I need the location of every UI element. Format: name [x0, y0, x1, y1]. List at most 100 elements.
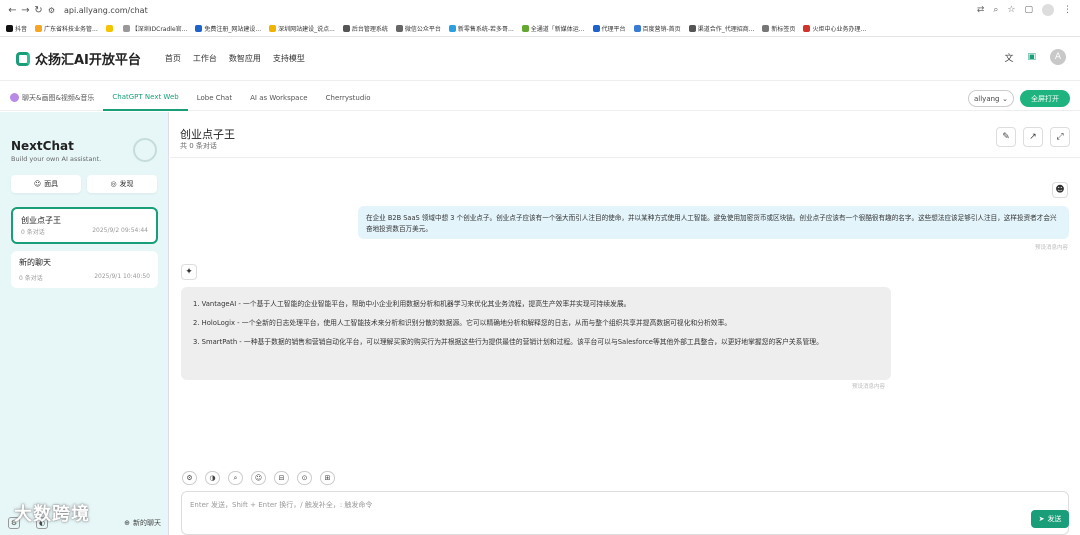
bookmark-item[interactable]: 代理平台 — [592, 24, 626, 33]
tab-lobe-chat[interactable]: Lobe Chat — [188, 85, 241, 111]
chat-main: 创业点子王 共 0 条对话 ✎ ↗ ⤢ ☻ 在企业 B2B SaaS 领域中想 … — [170, 112, 1080, 535]
chat-item-title: 新的聊天 — [19, 258, 51, 267]
language-icon[interactable]: 文 — [1004, 51, 1013, 64]
clear-context-icon[interactable]: ⊟ — [274, 471, 289, 485]
edit-icon[interactable]: ✎ — [996, 127, 1016, 147]
bookmark-label: 深圳网站建设_说点... — [278, 25, 335, 33]
send-icon: ➤ — [1038, 515, 1045, 523]
nav-apps[interactable]: 数智应用 — [229, 53, 261, 64]
tab-ai-workspace[interactable]: AI as Workspace — [241, 85, 317, 111]
fullscreen-button[interactable]: 全屏打开 — [1020, 90, 1070, 107]
bookmark-label: 免费注册_网站建设... — [204, 25, 262, 33]
sidebar-title: NextChat — [11, 139, 74, 153]
bookmark-item[interactable]: 新标签页 — [762, 24, 795, 33]
bookmark-item[interactable]: 新零售系统-若多哥... — [448, 24, 514, 33]
user-avatar[interactable]: A — [1050, 49, 1066, 65]
zoom-icon[interactable]: ⌕ — [993, 5, 998, 15]
address-bar[interactable]: api.allyang.com/chat — [64, 6, 148, 15]
bookmark-item[interactable]: 抖音 — [6, 24, 27, 33]
mask-icon[interactable]: ☺ — [251, 471, 266, 485]
chat-input[interactable]: Enter 发送，Shift + Enter 换行，/ 触发补全，: 触发命令 — [181, 491, 1069, 535]
new-chat-label: 新的聊天 — [133, 519, 161, 527]
theme-toggle-icon[interactable]: ◑ — [205, 471, 220, 485]
bookmark-star-icon[interactable]: ☆ — [1007, 5, 1015, 15]
bookmark-favicon-icon — [521, 24, 529, 32]
chat-title[interactable]: 创业点子王 — [180, 126, 235, 142]
logo-icon — [16, 51, 30, 66]
new-chat-button[interactable]: ⊕ 新的聊天 — [124, 518, 161, 528]
theme-icon[interactable]: ▣ — [1027, 52, 1036, 62]
top-nav: 首页 工作台 数智应用 支持模型 — [165, 53, 305, 64]
bookmark-label: 代理平台 — [601, 25, 626, 33]
user-select[interactable]: allyang ⌄ — [968, 90, 1014, 107]
bookmark-item[interactable]: 免费注册_网站建设... — [195, 24, 261, 33]
chat-item-count: 0 条对话 — [19, 275, 43, 282]
bookmark-item[interactable]: 【深圳IDCradle官... — [122, 24, 188, 33]
tab-chat-draw[interactable]: 聊天&画图&视频&音乐 — [0, 85, 103, 111]
site-info-icon[interactable]: ⚙ — [45, 6, 58, 15]
tab-chatgpt-next-web[interactable]: ChatGPT Next Web — [103, 85, 188, 111]
shortcut-icon[interactable]: ⊞ — [320, 471, 335, 485]
discover-label: 发现 — [119, 180, 134, 188]
bot-message-time: 预设消息内容 — [852, 384, 886, 390]
app-header: 众扬汇AI开放平台 首页 工作台 数智应用 支持模型 文 ▣ A — [0, 37, 1080, 81]
bookmark-label: 【深圳IDCradle官... — [131, 25, 188, 33]
bookmark-item[interactable]: 百度营销-首页 — [633, 24, 681, 33]
bookmark-favicon-icon — [342, 24, 350, 32]
bookmark-label: 抖音 — [15, 25, 28, 33]
chat-item-time: 2025/9/2 09:54:44 — [92, 227, 148, 234]
chat-item[interactable]: 创业点子王 0 条对话 2025/9/2 09:54:44 — [11, 207, 158, 244]
discover-button[interactable]: ◎ 发现 — [87, 175, 157, 193]
bookmark-label: 新标签页 — [771, 25, 796, 33]
bookmark-item[interactable]: 渠道合作_代理招商... — [688, 24, 755, 33]
bookmarks-bar: 抖音 广东省科技业务管... 【深圳IDCradle官... 免费注册_网站建设...… — [0, 20, 1080, 37]
bookmark-favicon-icon — [195, 24, 203, 32]
chat-header: 创业点子王 共 0 条对话 ✎ ↗ ⤢ — [170, 112, 1080, 158]
bookmark-label: 广东省科技业务管... — [44, 25, 98, 33]
bookmark-favicon-icon — [395, 24, 403, 32]
prompt-icon[interactable]: ⌕ — [228, 471, 243, 485]
forward-icon[interactable]: → — [19, 5, 32, 16]
mask-icon: ☺ — [33, 180, 42, 188]
profile-icon[interactable] — [1042, 4, 1054, 16]
tab-label: 聊天&画图&视频&音乐 — [22, 93, 95, 102]
user-select-value: allyang — [974, 94, 1000, 103]
share-icon[interactable]: ↗ — [1023, 127, 1043, 147]
app-logo[interactable]: 众扬汇AI开放平台 — [16, 49, 141, 68]
menu-icon[interactable]: ⋮ — [1063, 5, 1072, 15]
bookmark-item[interactable]: 火炬中心业务办理... — [803, 24, 866, 33]
mask-button[interactable]: ☺ 面具 — [11, 175, 81, 193]
nav-workbench[interactable]: 工作台 — [193, 53, 217, 64]
bookmark-item[interactable]: 后台管理系统 — [342, 24, 388, 33]
translate-icon[interactable]: ⇄ — [977, 5, 985, 15]
bookmark-favicon-icon — [269, 24, 277, 32]
chat-item[interactable]: 新的聊天 0 条对话 2025/9/1 10:40:50 — [11, 251, 158, 288]
input-placeholder: Enter 发送，Shift + Enter 换行，/ 触发补全，: 触发命令 — [190, 501, 373, 509]
back-icon[interactable]: ← — [6, 5, 19, 16]
bookmark-item[interactable]: 全通道「新媒体运... — [521, 24, 585, 33]
nav-models[interactable]: 支持模型 — [273, 53, 305, 64]
bookmark-item[interactable]: 广东省科技业务管... — [35, 24, 98, 33]
tab-cherrystudio[interactable]: Cherrystudio — [317, 85, 380, 111]
sidebar-subtitle: Build your own AI assistant. — [11, 155, 102, 163]
bot-list-item: 1. VantageAI - 一个基于人工智能的企业智能平台，帮助中小企业利用数… — [193, 300, 631, 308]
bookmark-item[interactable] — [105, 24, 115, 32]
bookmark-label: 全通道「新媒体运... — [530, 25, 585, 33]
bookmark-favicon-icon — [448, 24, 456, 32]
settings-icon[interactable]: ⚙ — [182, 471, 197, 485]
sidepanel-icon[interactable]: ▢ — [1024, 5, 1033, 15]
bookmark-item[interactable]: 微信公众平台 — [395, 24, 441, 33]
chat-item-count: 0 条对话 — [21, 229, 45, 236]
nav-home[interactable]: 首页 — [165, 53, 181, 64]
watermark: 大数跨境 — [14, 504, 90, 525]
reload-icon[interactable]: ↻ — [32, 5, 45, 16]
app-name: 众扬汇AI开放平台 — [35, 53, 141, 68]
send-label: 发送 — [1047, 515, 1062, 523]
send-button[interactable]: ➤ 发送 — [1031, 510, 1069, 528]
bot-list-item: 2. HoloLogix - 一个全新的日志处理平台，使用人工智能技术来分析和识… — [193, 318, 732, 327]
bookmark-item[interactable]: 深圳网站建设_说点... — [269, 24, 335, 33]
robot-icon[interactable]: ⊙ — [297, 471, 312, 485]
fullscreen-icon[interactable]: ⤢ — [1050, 127, 1070, 147]
tab-app-icon — [10, 93, 19, 102]
bookmark-label: 渠道合作_代理招商... — [697, 25, 755, 33]
